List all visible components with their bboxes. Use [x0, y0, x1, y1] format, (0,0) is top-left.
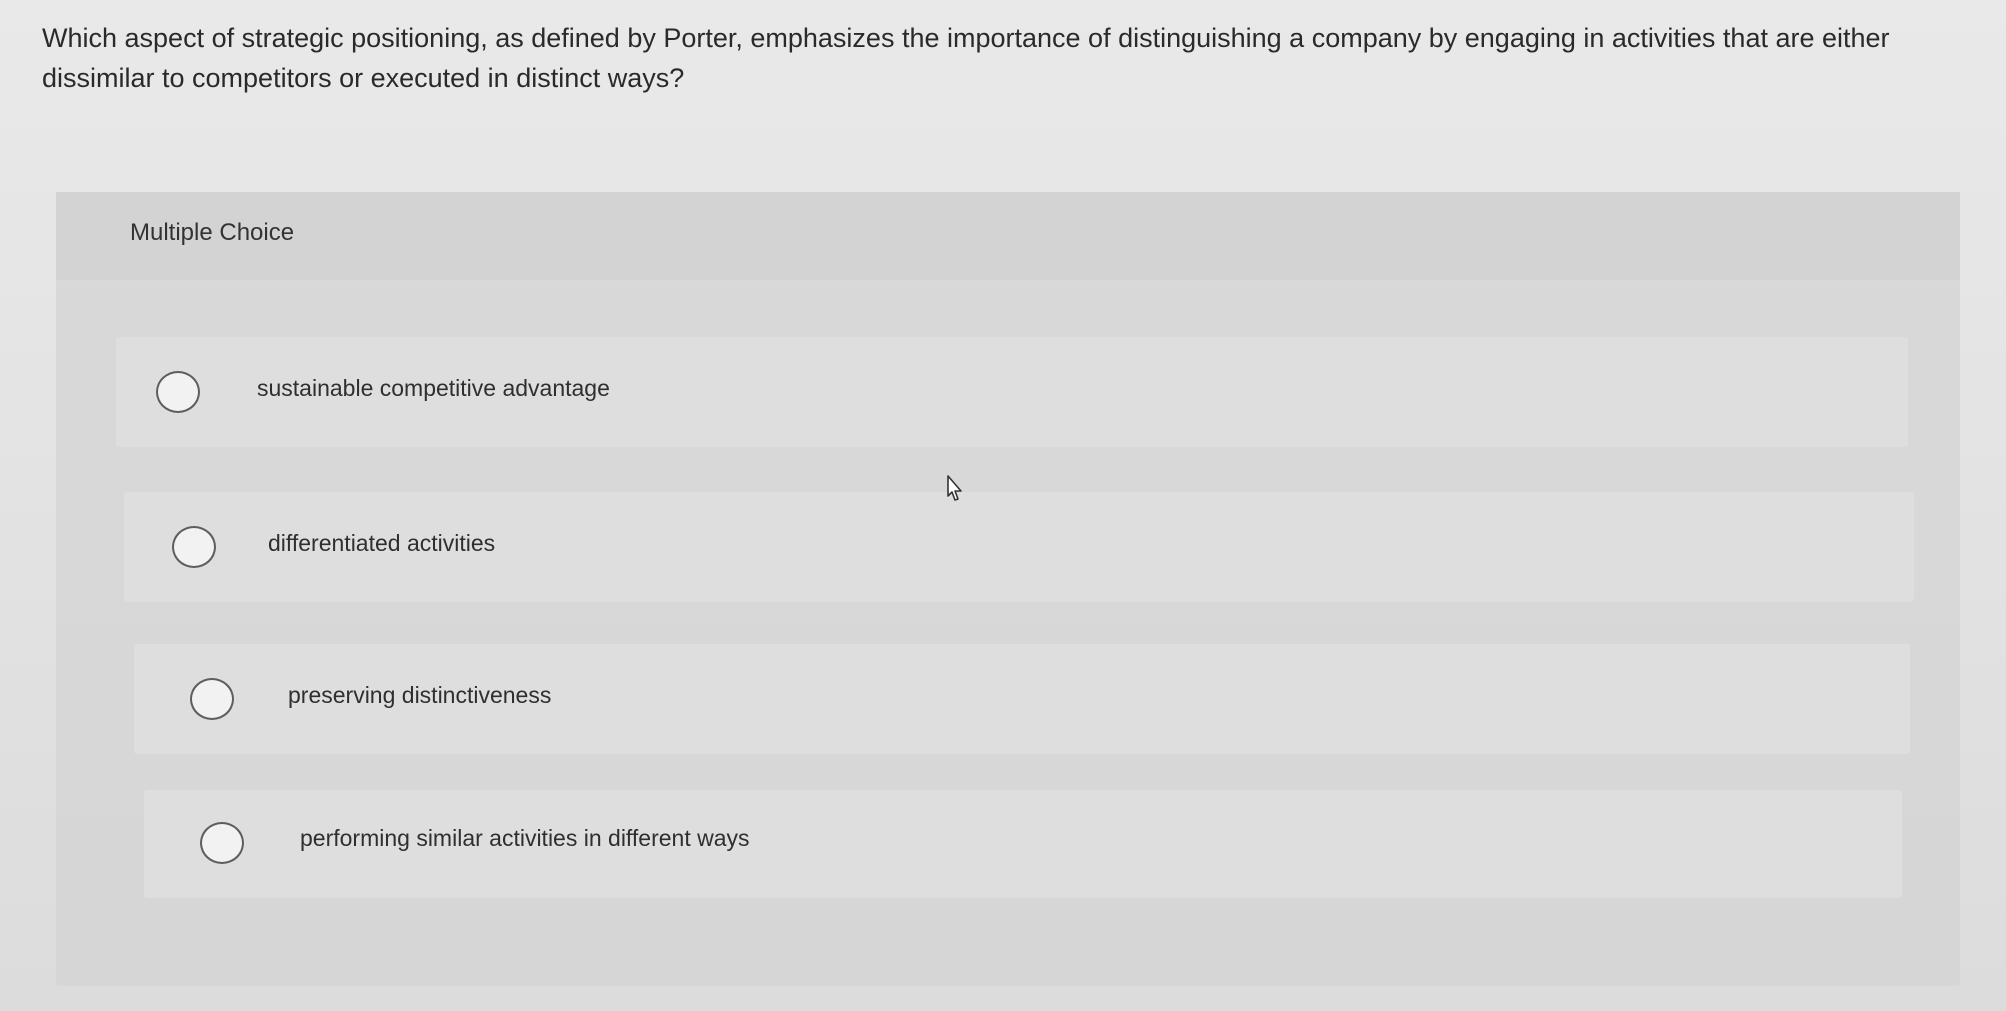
answer-option-label: preserving distinctiveness	[288, 682, 552, 708]
multiple-choice-header: Multiple Choice	[56, 192, 1960, 280]
question-text: Which aspect of strategic positioning, a…	[42, 23, 1890, 93]
answer-option-2[interactable]: differentiated activities	[124, 492, 1914, 602]
radio-unchecked-icon[interactable]	[172, 526, 216, 568]
answer-option-label: performing similar activities in differe…	[300, 825, 750, 851]
radio-unchecked-icon[interactable]	[156, 371, 200, 413]
radio-unchecked-icon[interactable]	[190, 678, 234, 720]
answer-option-3[interactable]: preserving distinctiveness	[134, 644, 1910, 754]
multiple-choice-panel: Multiple Choice sustainable competitive …	[56, 192, 1960, 986]
multiple-choice-label: Multiple Choice	[130, 219, 295, 246]
hand-pointer-cursor-icon	[947, 475, 962, 501]
answer-option-1[interactable]: sustainable competitive advantage	[116, 337, 1908, 447]
answer-option-label: sustainable competitive advantage	[257, 375, 610, 401]
answer-option-4[interactable]: performing similar activities in differe…	[144, 790, 1902, 898]
answer-option-label: differentiated activities	[268, 530, 496, 556]
radio-unchecked-icon[interactable]	[200, 822, 244, 864]
